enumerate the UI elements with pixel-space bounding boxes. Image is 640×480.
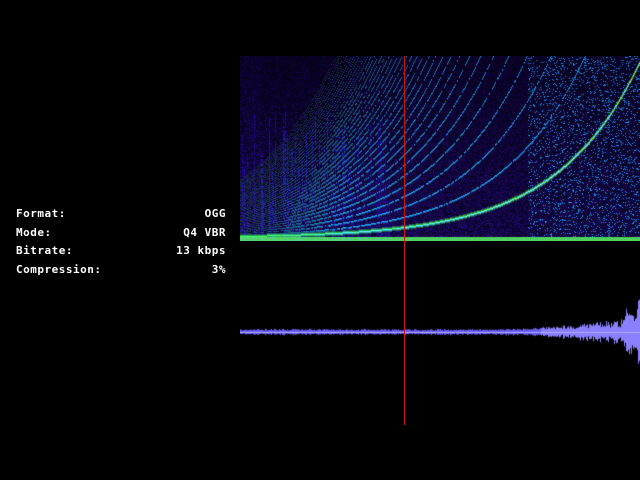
file-info-panel: Format: OGG Mode: Q4 VBR Bitrate: 13 kbp…: [16, 205, 226, 279]
waveform-display[interactable]: [240, 280, 640, 380]
format-value: OGG: [204, 207, 226, 220]
mode-value: Q4 VBR: [183, 225, 226, 239]
bitrate-row: Bitrate: 13 kbps: [16, 242, 226, 261]
compression-label: Compression:: [16, 262, 102, 276]
playhead-cursor[interactable]: [404, 56, 405, 425]
format-row: Format: OGG: [16, 205, 226, 224]
compression-value: 3%: [211, 262, 226, 276]
bitrate-value: 13 kbps: [176, 244, 226, 257]
audio-analyzer-screen: Format: OGG Mode: Q4 VBR Bitrate: 13 kbp…: [0, 0, 640, 480]
format-label: Format:: [16, 207, 66, 220]
compression-row: Compression: 3%: [16, 261, 226, 280]
spectrogram-display[interactable]: [240, 56, 640, 241]
mode-label: Mode:: [16, 225, 52, 239]
bitrate-label: Bitrate:: [16, 244, 73, 257]
mode-row: Mode: Q4 VBR: [16, 224, 226, 243]
